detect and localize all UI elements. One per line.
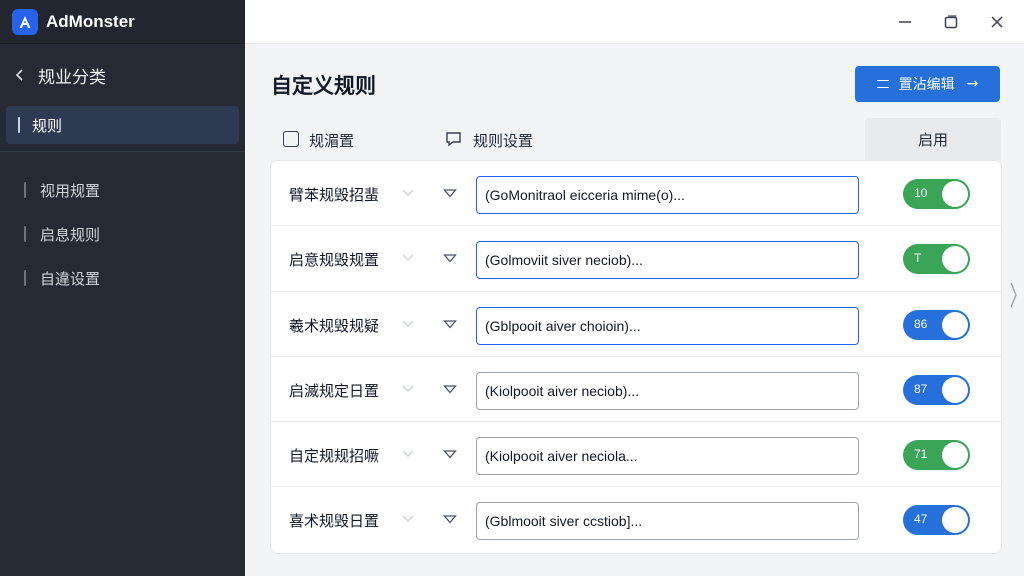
sidebar-item-label: 自違设置 bbox=[40, 269, 101, 288]
table-row: 启滅规定日置 (Kiolpooit aiver neciob)... 87 bbox=[271, 357, 1001, 423]
close-icon bbox=[991, 16, 1003, 28]
primary-edit-button[interactable]: 置沾编辑 → bbox=[855, 66, 1000, 102]
table-row: 羲术规毁规疑 (Gblpooit aiver choioin)... 86 bbox=[271, 292, 1001, 357]
sidebar-item-2[interactable]: 启息规则 bbox=[0, 212, 245, 256]
sidebar-item-label: 启息规则 bbox=[40, 225, 101, 244]
rule-name: 启意规毁规置 bbox=[289, 251, 380, 270]
drag-handle-icon[interactable] bbox=[1008, 281, 1018, 309]
toggle-knob bbox=[942, 376, 968, 403]
column-header-name: 规湄置 bbox=[309, 132, 355, 150]
minimize-button[interactable] bbox=[895, 12, 915, 32]
rule-name: 自定规规招噘 bbox=[289, 447, 380, 466]
item-marker bbox=[24, 182, 26, 198]
dropdown-triangle-icon[interactable] bbox=[443, 514, 457, 524]
enable-toggle[interactable]: 10 bbox=[903, 179, 970, 209]
item-marker bbox=[24, 270, 26, 286]
sidebar-back-section[interactable]: 规业分类 bbox=[0, 44, 245, 106]
sidebar-item-rules[interactable]: 规则 bbox=[6, 106, 239, 144]
menu-lines-icon bbox=[876, 80, 889, 88]
enable-toggle[interactable]: 47 bbox=[903, 505, 970, 536]
minimize-icon bbox=[899, 21, 911, 23]
close-button[interactable] bbox=[987, 12, 1007, 32]
select-all-checkbox[interactable] bbox=[283, 131, 299, 147]
window-titlebar bbox=[245, 0, 1024, 44]
rule-name: 启滅规定日置 bbox=[289, 381, 380, 400]
table-header: 规湄置 规则设置 启用 bbox=[271, 118, 1001, 160]
column-header-settings: 规则设置 bbox=[473, 132, 534, 150]
toggle-value: 71 bbox=[914, 447, 928, 462]
chevron-down-icon[interactable] bbox=[401, 319, 415, 329]
toggle-value: 87 bbox=[914, 381, 928, 396]
comment-icon bbox=[446, 132, 461, 147]
rule-name: 臂苯规毁招蜚 bbox=[289, 186, 380, 204]
dropdown-triangle-icon[interactable] bbox=[443, 384, 457, 394]
rule-setting-input[interactable]: (Gblmooit siver ccstiob]... bbox=[476, 502, 859, 541]
sidebar-item-label: 规则 bbox=[32, 116, 63, 135]
table-row: 臂苯规毁招蜚 (GoMonitraol eicceria mime(o)... … bbox=[271, 161, 1001, 227]
active-indicator bbox=[18, 117, 20, 133]
item-marker bbox=[24, 226, 26, 242]
toggle-value: T bbox=[914, 251, 922, 266]
app-name: AdMonster bbox=[46, 11, 135, 31]
chevron-down-icon[interactable] bbox=[401, 514, 415, 524]
enable-toggle[interactable]: T bbox=[903, 244, 970, 275]
rule-setting-input[interactable]: (Golmoviit siver neciob)... bbox=[476, 241, 859, 280]
enable-toggle[interactable]: 86 bbox=[903, 309, 970, 340]
arrow-right-icon: → bbox=[966, 76, 979, 92]
column-header-enable: 启用 bbox=[865, 118, 1001, 160]
dropdown-triangle-icon[interactable] bbox=[443, 188, 457, 198]
maximize-button[interactable] bbox=[941, 12, 961, 32]
enable-toggle[interactable]: 71 bbox=[903, 440, 970, 471]
chevron-down-icon[interactable] bbox=[401, 384, 415, 394]
sidebar-item-3[interactable]: 自違设置 bbox=[0, 256, 245, 300]
rule-name: 羲术规毁规疑 bbox=[289, 316, 380, 335]
primary-button-label: 置沾编辑 bbox=[898, 77, 955, 93]
sidebar-item-1[interactable]: 视用规置 bbox=[0, 168, 245, 212]
chevron-left-icon bbox=[15, 69, 23, 81]
rule-setting-input[interactable]: (GoMonitraol eicceria mime(o)... bbox=[476, 176, 859, 214]
toggle-value: 10 bbox=[914, 186, 928, 200]
toggle-value: 47 bbox=[914, 512, 928, 527]
chevron-down-icon[interactable] bbox=[401, 253, 415, 263]
toggle-knob bbox=[942, 442, 968, 469]
table-row: 自定规规招噘 (Kiolpooit aiver neciola... 71 bbox=[271, 422, 1001, 488]
table-row: 喜术规毁日置 (Gblmooit siver ccstiob]... 47 bbox=[271, 487, 1001, 552]
brand-header: AdMonster bbox=[0, 0, 245, 44]
app-logo-icon bbox=[12, 8, 38, 35]
rule-name: 喜术规毁日置 bbox=[289, 512, 380, 531]
toggle-knob bbox=[942, 507, 968, 534]
toggle-value: 86 bbox=[914, 316, 928, 331]
enable-toggle[interactable]: 87 bbox=[903, 374, 970, 405]
sidebar: AdMonster 规业分类 规则 视用规置 启息规则 自違设置 bbox=[0, 0, 245, 576]
dropdown-triangle-icon[interactable] bbox=[443, 253, 457, 263]
maximize-icon bbox=[944, 15, 958, 29]
sidebar-nav-list: 视用规置 启息规则 自違设置 bbox=[0, 152, 245, 300]
dropdown-triangle-icon[interactable] bbox=[443, 319, 457, 329]
toggle-knob bbox=[942, 181, 968, 207]
toggle-knob bbox=[942, 311, 968, 338]
chevron-down-icon[interactable] bbox=[401, 449, 415, 459]
dropdown-triangle-icon[interactable] bbox=[443, 449, 457, 459]
rule-setting-input[interactable]: (Gblpooit aiver choioin)... bbox=[476, 306, 859, 345]
table-row: 启意规毁规置 (Golmoviit siver neciob)... T bbox=[271, 226, 1001, 292]
rules-table: 臂苯规毁招蜚 (GoMonitraol eicceria mime(o)... … bbox=[271, 161, 1001, 553]
toggle-knob bbox=[942, 246, 968, 273]
main-content: 自定义规则 置沾编辑 → 规湄置 规则设置 启用 臂苯规毁招蜚 (GoMonit… bbox=[245, 44, 1024, 576]
sidebar-item-label: 视用规置 bbox=[40, 181, 101, 200]
page-title: 自定义规则 bbox=[271, 74, 376, 98]
rule-setting-input[interactable]: (Kiolpooit aiver neciola... bbox=[476, 437, 859, 476]
rule-setting-input[interactable]: (Kiolpooit aiver neciob)... bbox=[476, 371, 859, 410]
chevron-down-icon[interactable] bbox=[401, 188, 415, 198]
sidebar-section-title: 规业分类 bbox=[38, 67, 106, 88]
